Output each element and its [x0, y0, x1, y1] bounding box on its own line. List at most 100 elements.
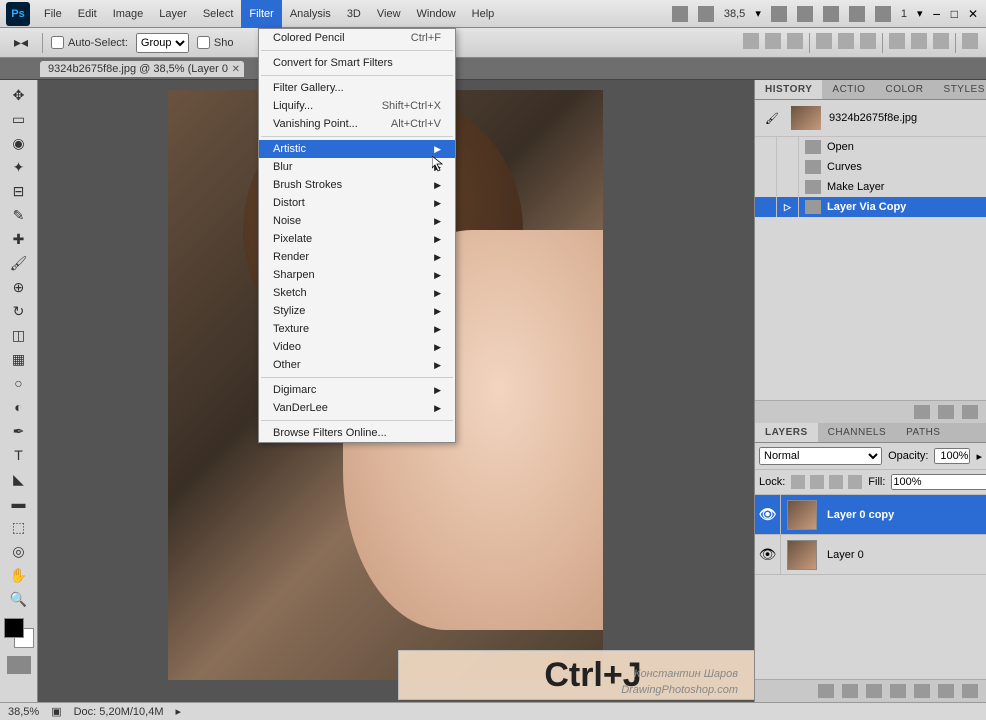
- workspace-icon[interactable]: [875, 6, 891, 22]
- menu-3d[interactable]: 3D: [339, 0, 369, 28]
- menu-window[interactable]: Window: [409, 0, 464, 28]
- layer-name[interactable]: Layer 0: [823, 549, 864, 561]
- blur-tool[interactable]: ○: [6, 372, 32, 394]
- marquee-tool[interactable]: ▭: [6, 108, 32, 130]
- dropdown-item-video[interactable]: Video▶: [259, 338, 455, 356]
- panel-tab-color[interactable]: COLOR: [875, 80, 933, 99]
- layer-thumbnail[interactable]: [787, 540, 817, 570]
- new-layer-icon[interactable]: [938, 684, 954, 698]
- show-transform-checkbox[interactable]: Sho: [197, 36, 234, 49]
- brush-tool[interactable]: 🖌: [6, 252, 32, 274]
- arrange-docs-icon[interactable]: [698, 6, 714, 22]
- type-tool[interactable]: T: [6, 444, 32, 466]
- minimize-button[interactable]: −: [933, 6, 941, 22]
- foreground-color-swatch[interactable]: [4, 618, 24, 638]
- maximize-button[interactable]: □: [951, 7, 958, 21]
- auto-select-checkbox[interactable]: Auto-Select:: [51, 36, 128, 49]
- menu-view[interactable]: View: [369, 0, 409, 28]
- show-transform-check[interactable]: [197, 36, 210, 49]
- dropdown-item-artistic[interactable]: Artistic▶: [259, 140, 455, 158]
- gradient-tool[interactable]: ▦: [6, 348, 32, 370]
- hand-tool[interactable]: ✋: [6, 564, 32, 586]
- menu-layer[interactable]: Layer: [151, 0, 195, 28]
- auto-align-icon[interactable]: [962, 33, 978, 49]
- panel-tab-history[interactable]: HISTORY: [755, 80, 822, 99]
- chevron-down-icon[interactable]: ▾: [917, 7, 923, 20]
- distribute-h2-icon[interactable]: [933, 33, 949, 49]
- panel-tab-paths[interactable]: PATHS: [896, 423, 950, 442]
- dropdown-item-digimarc[interactable]: Digimarc▶: [259, 381, 455, 399]
- dropdown-item-brush-strokes[interactable]: Brush Strokes▶: [259, 176, 455, 194]
- menu-analysis[interactable]: Analysis: [282, 0, 339, 28]
- panel-tab-layers[interactable]: LAYERS: [755, 423, 818, 442]
- distribute-v-icon[interactable]: [911, 33, 927, 49]
- pen-tool[interactable]: ✒: [6, 420, 32, 442]
- crop-tool[interactable]: ⊟: [6, 180, 32, 202]
- blend-mode-dropdown[interactable]: Normal: [759, 447, 882, 465]
- layer-thumbnail[interactable]: [787, 500, 817, 530]
- zoom-tool[interactable]: 🔍: [6, 588, 32, 610]
- panel-tab-actio[interactable]: ACTIO: [822, 80, 875, 99]
- align-top-icon[interactable]: [743, 33, 759, 49]
- auto-select-dropdown[interactable]: Group: [136, 33, 189, 53]
- dropdown-item-colored-pencil[interactable]: Colored PencilCtrl+F: [259, 29, 455, 47]
- status-zoom[interactable]: 38,5%: [8, 706, 39, 718]
- adjustment-layer-icon[interactable]: [890, 684, 906, 698]
- create-snapshot-icon[interactable]: [938, 405, 954, 419]
- layer-name[interactable]: Layer 0 copy: [823, 509, 894, 521]
- opacity-input[interactable]: [934, 448, 970, 464]
- history-snapshot-row[interactable]: 🖌 9324b2675f8e.jpg: [755, 100, 986, 137]
- layer-style-icon[interactable]: [842, 684, 858, 698]
- eraser-tool[interactable]: ◫: [6, 324, 32, 346]
- dropdown-item-convert-for-smart-filters[interactable]: Convert for Smart Filters: [259, 54, 455, 72]
- rotate-view-icon[interactable]: [823, 6, 839, 22]
- wand-tool[interactable]: ✦: [6, 156, 32, 178]
- dropdown-item-browse-filters-online-[interactable]: Browse Filters Online...: [259, 424, 455, 442]
- layer-group-icon[interactable]: [914, 684, 930, 698]
- history-brush-tool[interactable]: ↻: [6, 300, 32, 322]
- layer-mask-icon[interactable]: [866, 684, 882, 698]
- lock-transparency-icon[interactable]: [791, 475, 805, 489]
- layer-visibility-toggle[interactable]: 👁: [755, 495, 781, 534]
- dropdown-item-sketch[interactable]: Sketch▶: [259, 284, 455, 302]
- move-tool-icon[interactable]: ▸◂: [8, 32, 34, 54]
- delete-state-icon[interactable]: [962, 405, 978, 419]
- lock-all-icon[interactable]: [848, 475, 862, 489]
- 3d-tool[interactable]: ⬚: [6, 516, 32, 538]
- close-button[interactable]: ✕: [968, 7, 978, 21]
- dropdown-item-vanderlee[interactable]: VanDerLee▶: [259, 399, 455, 417]
- move-tool[interactable]: ✥: [6, 84, 32, 106]
- create-document-icon[interactable]: [914, 405, 930, 419]
- shape-tool[interactable]: ▬: [6, 492, 32, 514]
- dropdown-item-stylize[interactable]: Stylize▶: [259, 302, 455, 320]
- menu-help[interactable]: Help: [464, 0, 503, 28]
- color-swatches[interactable]: [4, 618, 34, 648]
- panel-tab-channels[interactable]: CHANNELS: [818, 423, 896, 442]
- dropdown-item-vanishing-point-[interactable]: Vanishing Point...Alt+Ctrl+V: [259, 115, 455, 133]
- history-item[interactable]: Open: [755, 137, 986, 157]
- menu-edit[interactable]: Edit: [70, 0, 105, 28]
- dropdown-item-liquify-[interactable]: Liquify...Shift+Ctrl+X: [259, 97, 455, 115]
- menu-filter[interactable]: Filter: [241, 0, 281, 28]
- dropdown-item-blur[interactable]: Blur▶: [259, 158, 455, 176]
- chevron-right-icon[interactable]: ▸: [175, 705, 181, 718]
- dropdown-item-sharpen[interactable]: Sharpen▶: [259, 266, 455, 284]
- delete-layer-icon[interactable]: [962, 684, 978, 698]
- dropdown-item-other[interactable]: Other▶: [259, 356, 455, 374]
- dropdown-item-render[interactable]: Render▶: [259, 248, 455, 266]
- dropdown-item-filter-gallery-[interactable]: Filter Gallery...: [259, 79, 455, 97]
- menu-file[interactable]: File: [36, 0, 70, 28]
- align-left-icon[interactable]: [816, 33, 832, 49]
- 3d-camera-tool[interactable]: ◎: [6, 540, 32, 562]
- eyedropper-tool[interactable]: ✎: [6, 204, 32, 226]
- menu-select[interactable]: Select: [195, 0, 242, 28]
- stamp-tool[interactable]: ⊕: [6, 276, 32, 298]
- layer-row[interactable]: 👁 Layer 0 copy: [755, 495, 986, 535]
- panel-tab-styles[interactable]: STYLES: [934, 80, 986, 99]
- distribute-h-icon[interactable]: [889, 33, 905, 49]
- zoom-tool-icon[interactable]: [797, 6, 813, 22]
- auto-select-check[interactable]: [51, 36, 64, 49]
- align-vcenter-icon[interactable]: [765, 33, 781, 49]
- document-tab[interactable]: 9324b2675f8e.jpg @ 38,5% (Layer 0 ✕: [40, 61, 244, 77]
- chevron-right-icon[interactable]: ▸: [976, 450, 982, 463]
